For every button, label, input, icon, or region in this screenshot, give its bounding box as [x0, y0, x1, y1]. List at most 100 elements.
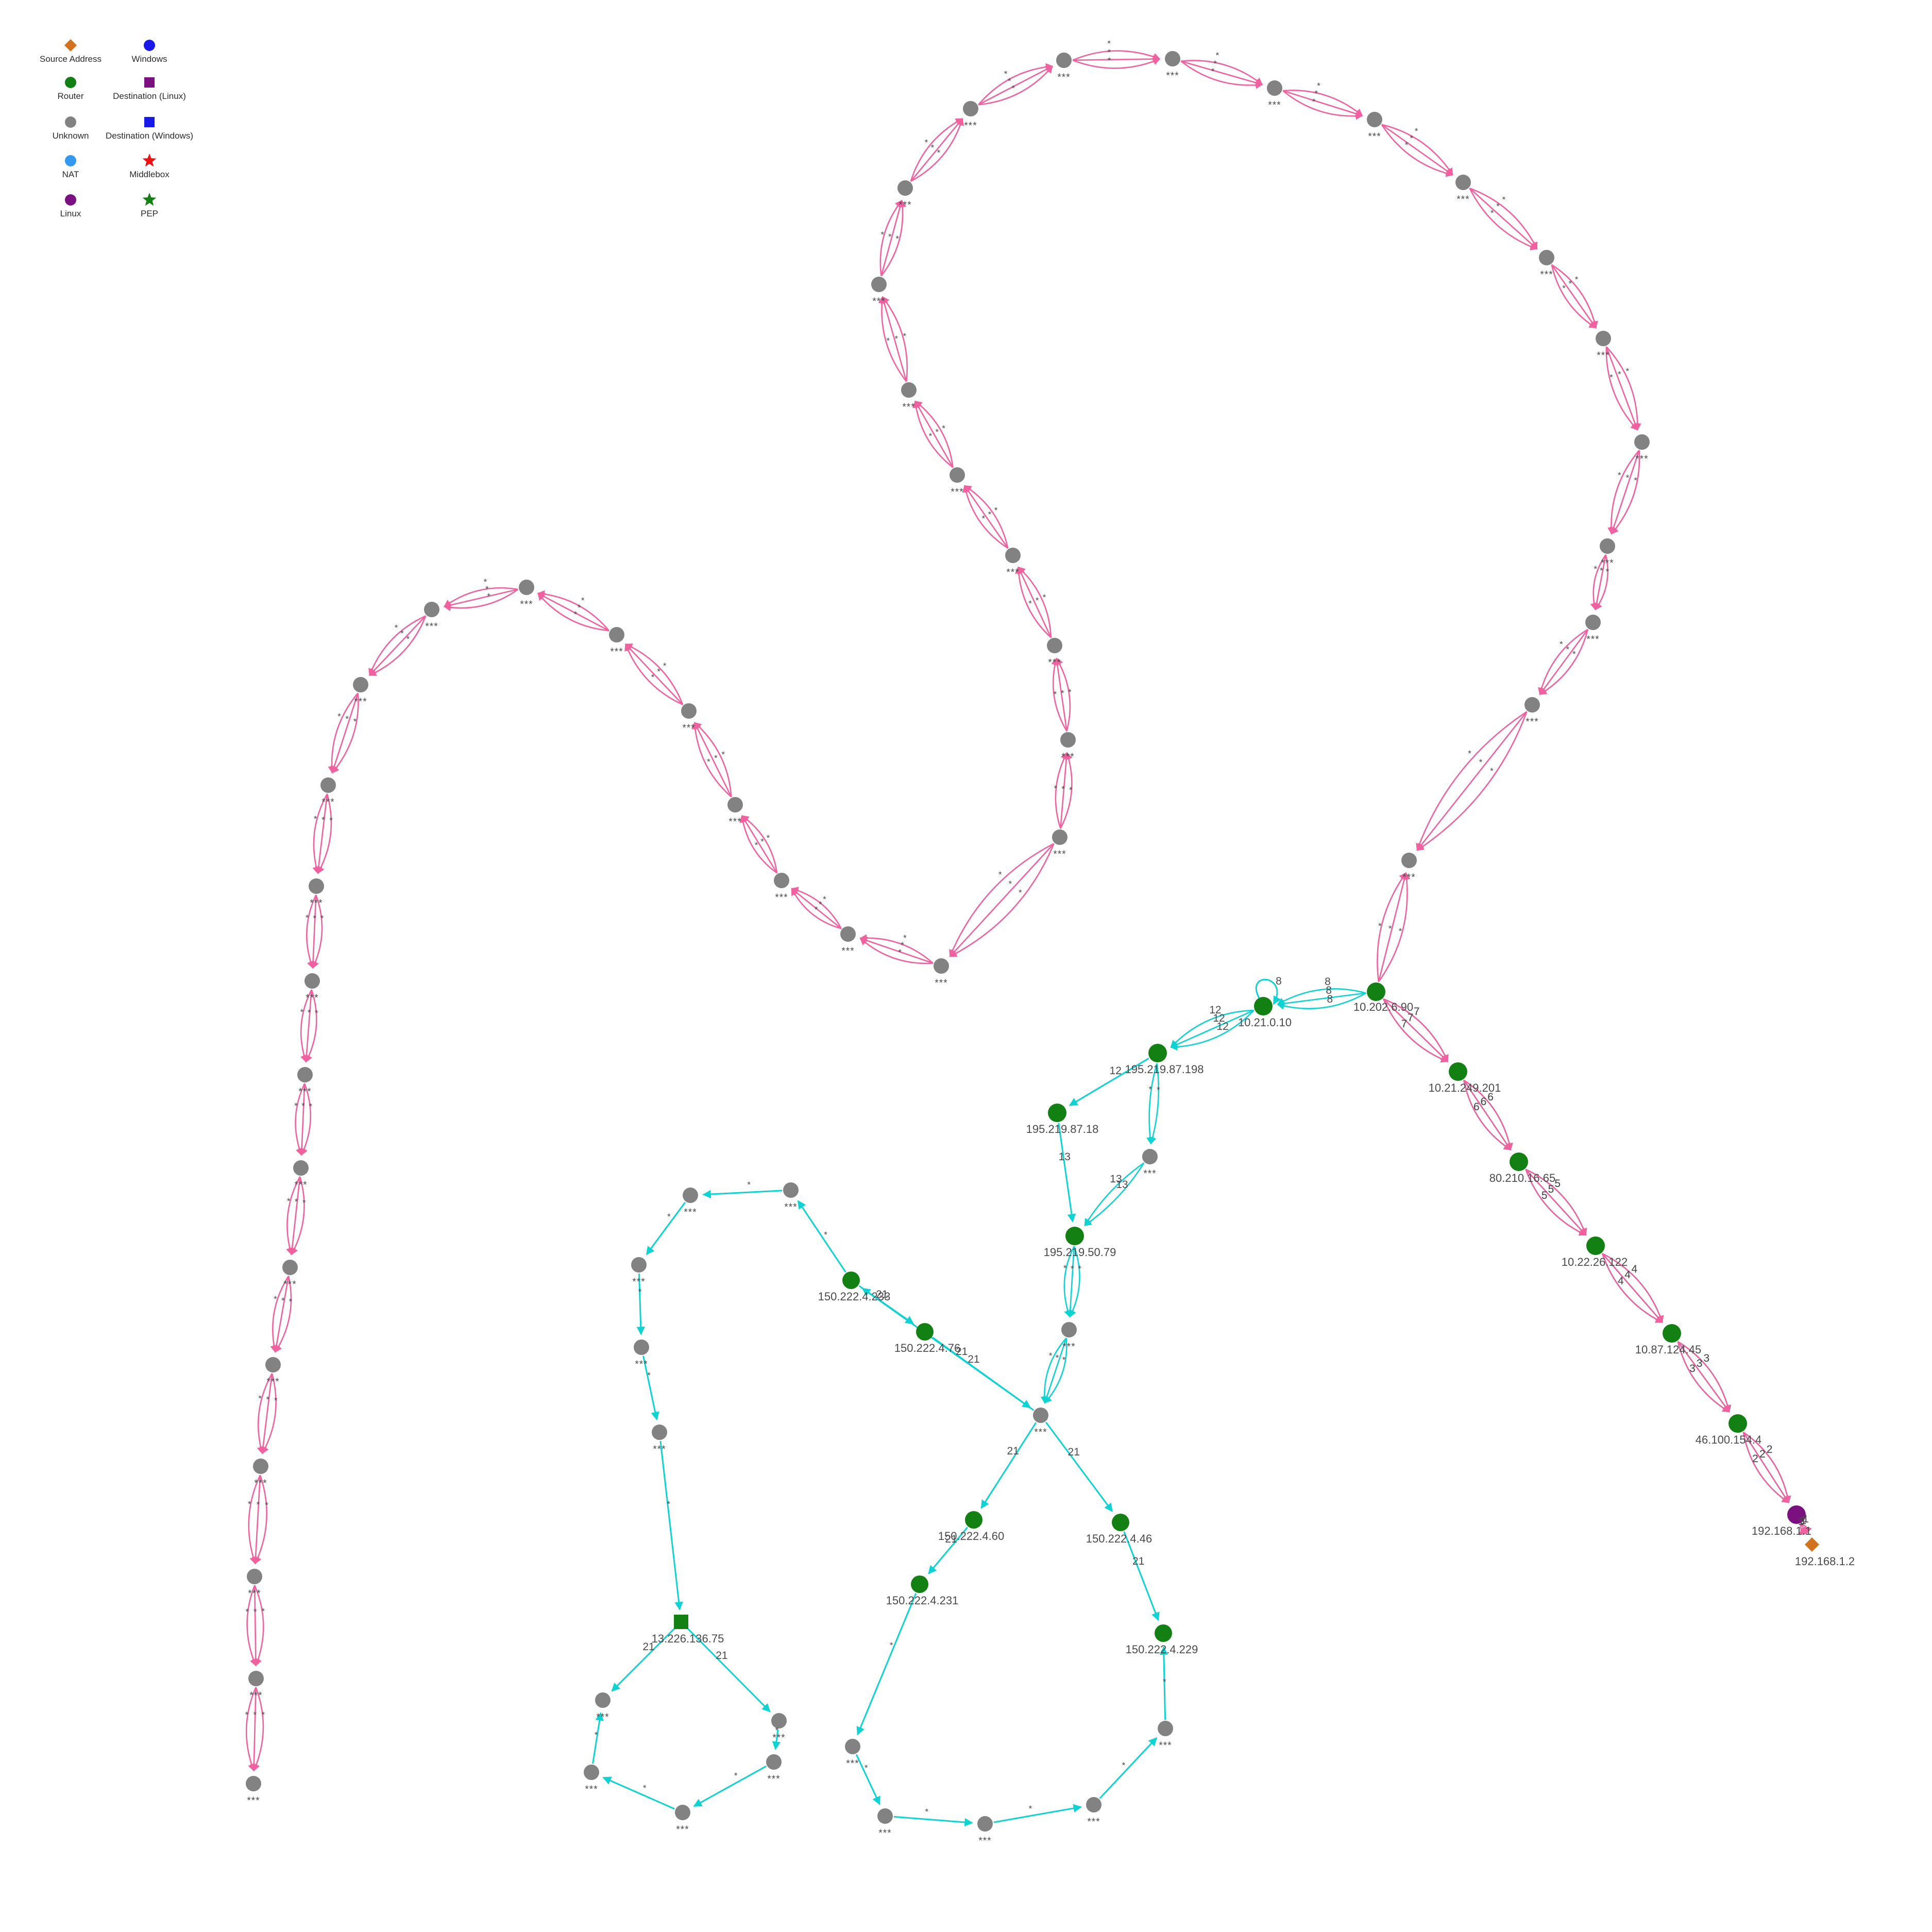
node-address-label: ***	[1456, 194, 1470, 205]
node-address-label: 13.226.136.75	[651, 1632, 724, 1645]
node-address-label: ***	[266, 1377, 280, 1387]
node-address-label: ***	[1402, 872, 1416, 883]
node-address-label: ***	[878, 1828, 892, 1839]
node-address-label: ***	[767, 1774, 781, 1785]
edge-hop-label: *	[306, 913, 309, 923]
edge-hop-label: *	[1042, 592, 1046, 602]
edge-hop-label: 3	[1689, 1363, 1696, 1375]
edge-hop-label: *	[1605, 566, 1609, 577]
edge-hop-label: *	[321, 815, 325, 825]
edge-hop-label: 3	[1703, 1352, 1710, 1365]
edge-hop-label: *	[935, 427, 939, 437]
node-address-label: ***	[902, 402, 916, 413]
edge-hop-label: *	[1035, 596, 1039, 606]
edge-hop-label: *	[307, 1007, 311, 1018]
edge-hop-label: *	[248, 1499, 251, 1510]
edge-hop-label: 7	[1407, 1011, 1414, 1024]
edge-hop-label: *	[300, 1007, 304, 1017]
edge-hop-label: 13	[1116, 1178, 1128, 1191]
edge-hop-label: *	[313, 814, 317, 824]
edge-hop-label: 3	[1696, 1358, 1703, 1370]
edge-hop-label: 7	[1407, 1011, 1414, 1024]
edge-hop-label: 4	[1624, 1269, 1631, 1281]
edge-hop-label: *	[394, 623, 398, 633]
edge-hop-label: *	[1019, 888, 1022, 898]
edge-hop-label: *	[313, 913, 316, 923]
edge-hop-label: *	[988, 510, 992, 519]
edge-hop-label: 1	[1798, 1516, 1804, 1528]
edge-hop-label: *	[824, 1230, 827, 1240]
edge-hop-label: *	[880, 230, 884, 240]
edge-hop-label: *	[1314, 89, 1318, 99]
edge-hop-label: 8	[1327, 993, 1333, 1005]
edge-hop-label: *	[642, 1783, 647, 1793]
edge-hop-label: 21	[968, 1353, 980, 1366]
edge-hop-label: *	[1414, 126, 1418, 137]
edge-hop-label: 4	[1617, 1275, 1624, 1287]
node-address-label: ***	[899, 200, 912, 211]
node-address-label: 10.22.26.122	[1561, 1256, 1628, 1268]
node-address-label: ***	[294, 1180, 308, 1191]
edge-hop-label: *	[1479, 757, 1483, 768]
node-address-label: ***	[635, 1359, 648, 1370]
edge-hop-label: 6	[1473, 1100, 1480, 1113]
node-address-label: 10.202.6.90	[1353, 1001, 1414, 1013]
edge-hop-label: *	[775, 1725, 779, 1735]
node-address-label: ***	[310, 898, 323, 909]
node-address-label: 150.222.4.60	[938, 1530, 1005, 1543]
edge-hop-label: *	[814, 904, 818, 914]
edge-hop-label: 8	[1326, 984, 1332, 996]
edge-hop-label: *	[353, 717, 357, 727]
edge-hop-label: *	[1496, 201, 1500, 211]
edge-hop-label: *	[1378, 921, 1382, 931]
edge-hop-label: 21	[716, 1649, 728, 1662]
edge-hop-label: 13	[1110, 1173, 1122, 1185]
edge-hop-label: *	[573, 609, 578, 620]
edge-hop-label: 2	[1752, 1453, 1758, 1465]
edge-hop-label: 5	[1548, 1183, 1554, 1196]
edge-hop-label: *	[1053, 689, 1057, 699]
edge-hop-label: 6	[1473, 1100, 1480, 1113]
node-address-label: 150.222.4.233	[818, 1290, 891, 1303]
edge-hop-label: *	[1163, 1676, 1166, 1687]
node-address-label: ***	[298, 1087, 312, 1097]
node-address-label: ***	[321, 797, 335, 808]
node-address-label: ***	[1526, 717, 1539, 727]
edge-hop-label: *	[638, 1286, 642, 1297]
edge-hop-label: *	[315, 1008, 318, 1018]
edge-hop-label: *	[266, 1395, 270, 1405]
node-address-label: ***	[1048, 657, 1061, 668]
node-address-label: ***	[1087, 1817, 1100, 1827]
node-address-label: ***	[1061, 752, 1075, 762]
node-address-label: ***	[1006, 567, 1020, 578]
edge-hop-label: *	[274, 1294, 277, 1304]
edge-hop-label: *	[1213, 58, 1217, 69]
node-address-label: ***	[1057, 72, 1071, 83]
edge-hop-label: *	[1625, 473, 1630, 483]
edge-hop-label: *	[663, 661, 667, 671]
edge-hop-label: *	[1317, 81, 1320, 91]
edge-hop-label: *	[1562, 283, 1566, 293]
edge-hop-label: *	[1617, 369, 1621, 379]
edge-hop-label: 2	[1759, 1448, 1766, 1461]
edge-hop-label: *	[937, 147, 941, 158]
edge-hop-label: 21	[955, 1345, 968, 1358]
edge-hop-label: *	[651, 672, 655, 683]
node-address-label: ***	[585, 1784, 598, 1795]
edge-hop-label: 1	[1800, 1514, 1807, 1527]
edge-hop-label: *	[258, 1394, 262, 1404]
edge-hop-label: *	[265, 1500, 268, 1511]
edge-hop-label: *	[1063, 1263, 1067, 1273]
node-address-label: ***	[1540, 269, 1553, 280]
edge-hop-label: 5	[1541, 1189, 1548, 1201]
edge-hop-label: 21	[945, 1533, 957, 1546]
edge-hop-label: *	[1107, 47, 1111, 57]
edge-hop-label: *	[981, 514, 986, 524]
edge-hop-label: 13	[1058, 1151, 1071, 1163]
edge-hop-label: *	[1502, 195, 1506, 205]
edge-hop-label: 21	[1132, 1555, 1145, 1567]
edge-hop-label: *	[1008, 76, 1011, 86]
edge-hop-label: *	[1410, 133, 1414, 143]
node-address-label: ***	[1053, 849, 1066, 860]
edge-hop-label: *	[823, 894, 826, 904]
